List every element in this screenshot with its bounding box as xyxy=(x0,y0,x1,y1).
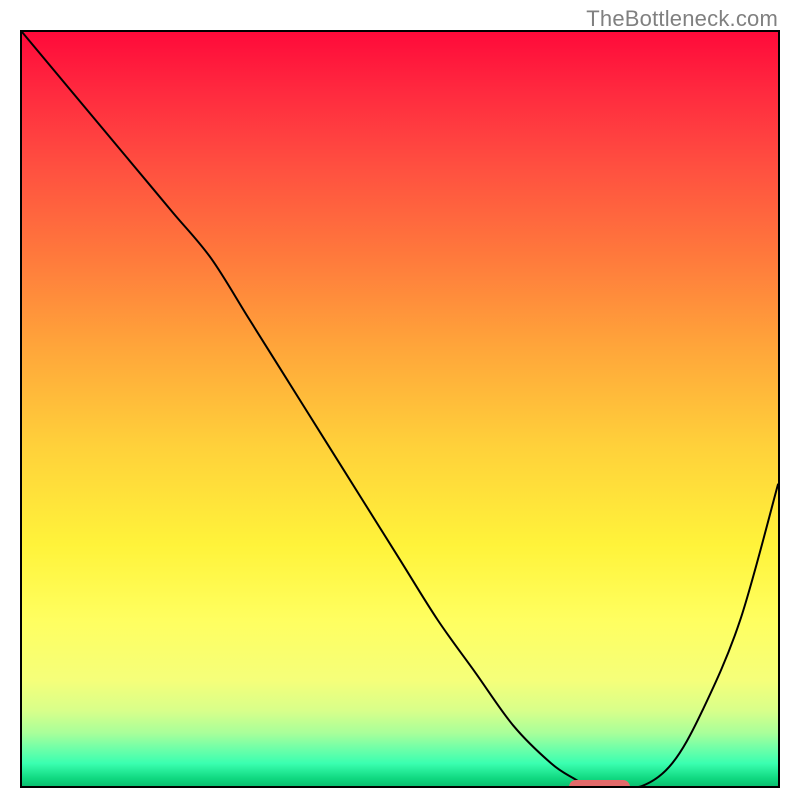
chart-frame: TheBottleneck.com xyxy=(0,0,800,800)
curve-layer xyxy=(22,32,778,786)
watermark-text: TheBottleneck.com xyxy=(586,6,778,32)
plot-area xyxy=(20,30,780,788)
bottleneck-curve xyxy=(22,32,778,786)
optimal-marker xyxy=(569,780,630,788)
